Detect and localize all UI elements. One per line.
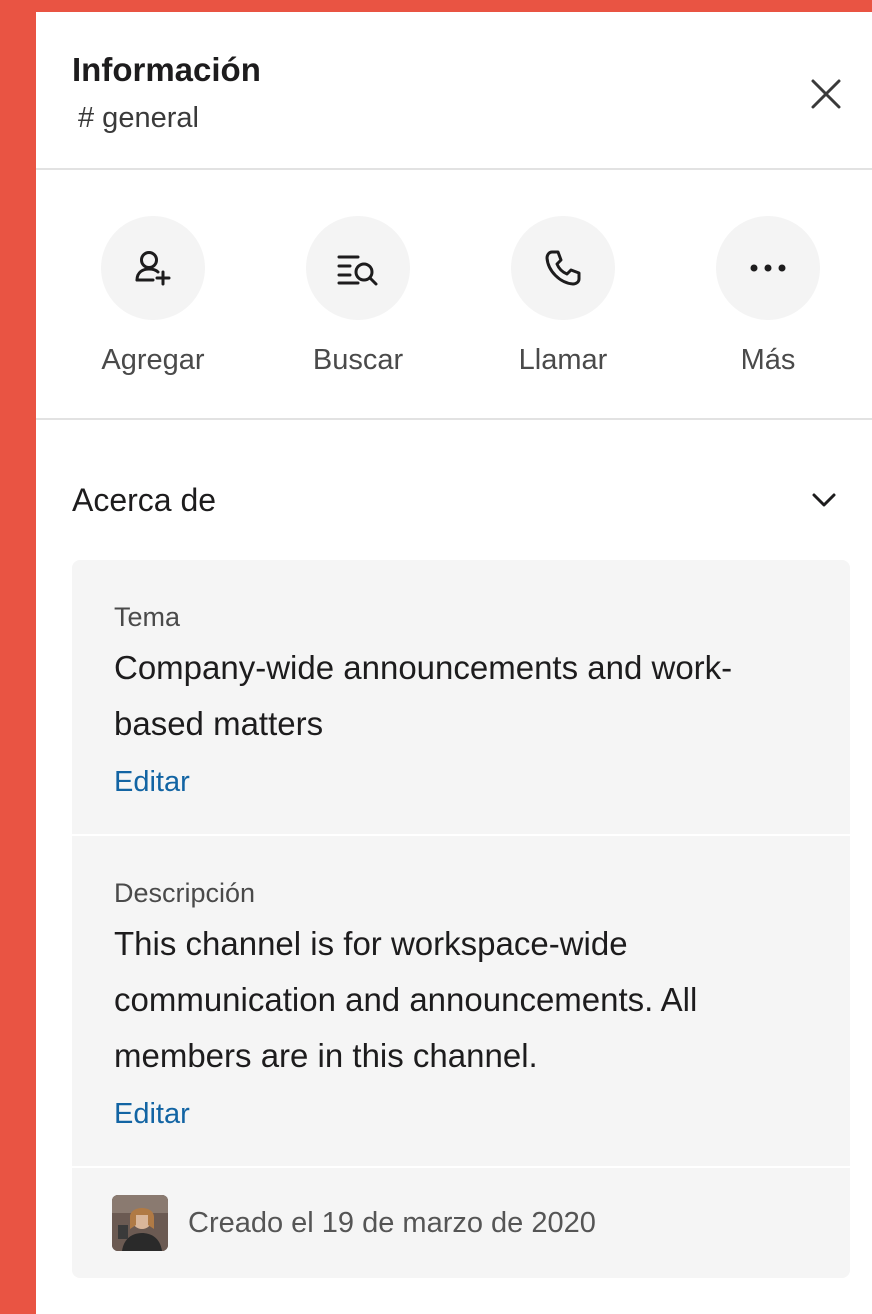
add-label: Agregar xyxy=(101,344,205,376)
more-icon xyxy=(750,264,786,272)
add-button-circle[interactable] xyxy=(101,216,205,320)
close-button[interactable] xyxy=(802,70,850,118)
call-button-circle[interactable] xyxy=(511,216,615,320)
add-person-icon xyxy=(135,251,171,286)
edit-description-link[interactable]: Editar xyxy=(114,1096,190,1132)
topic-block: Tema Company-wide announcements and work… xyxy=(72,560,850,836)
about-section-header[interactable]: Acerca de xyxy=(36,420,872,560)
more-button-circle[interactable] xyxy=(716,216,820,320)
description-value: This channel is for workspace-wide commu… xyxy=(114,925,698,1074)
edit-topic-link[interactable]: Editar xyxy=(114,764,190,800)
created-date: Creado el 19 de marzo de 2020 xyxy=(188,1207,596,1239)
description-label: Descripción xyxy=(114,878,256,908)
phone-icon xyxy=(545,250,581,286)
channel-details-panel: Información # general Agregar Buscar Lla… xyxy=(36,12,872,1314)
avatar xyxy=(112,1195,168,1251)
created-row: Creado el 19 de marzo de 2020 xyxy=(72,1168,850,1278)
chevron-down-icon xyxy=(812,493,836,507)
about-card: Tema Company-wide announcements and work… xyxy=(72,560,850,1278)
close-icon xyxy=(811,79,841,109)
search-button[interactable]: Buscar xyxy=(278,216,438,378)
add-button[interactable]: Agregar xyxy=(73,216,233,378)
creator-photo xyxy=(112,1195,168,1251)
topic-label: Tema xyxy=(114,602,181,632)
about-title: Acerca de xyxy=(72,482,217,518)
channel-name: # general xyxy=(78,102,199,134)
call-label: Llamar xyxy=(518,344,608,376)
topic-value: Company-wide announcements and work-base… xyxy=(114,649,733,742)
more-button[interactable]: Más xyxy=(688,216,848,378)
search-list-icon xyxy=(337,255,378,286)
search-label: Buscar xyxy=(312,344,404,376)
panel-title: Información xyxy=(72,51,261,88)
more-label: Más xyxy=(740,344,796,376)
call-button[interactable]: Llamar xyxy=(483,216,643,378)
search-button-circle[interactable] xyxy=(306,216,410,320)
panel-header: Información # general xyxy=(36,12,872,170)
collapse-button[interactable] xyxy=(804,482,844,518)
action-bar: Agregar Buscar Llamar Más xyxy=(36,170,872,420)
description-block: Descripción This channel is for workspac… xyxy=(72,836,850,1168)
